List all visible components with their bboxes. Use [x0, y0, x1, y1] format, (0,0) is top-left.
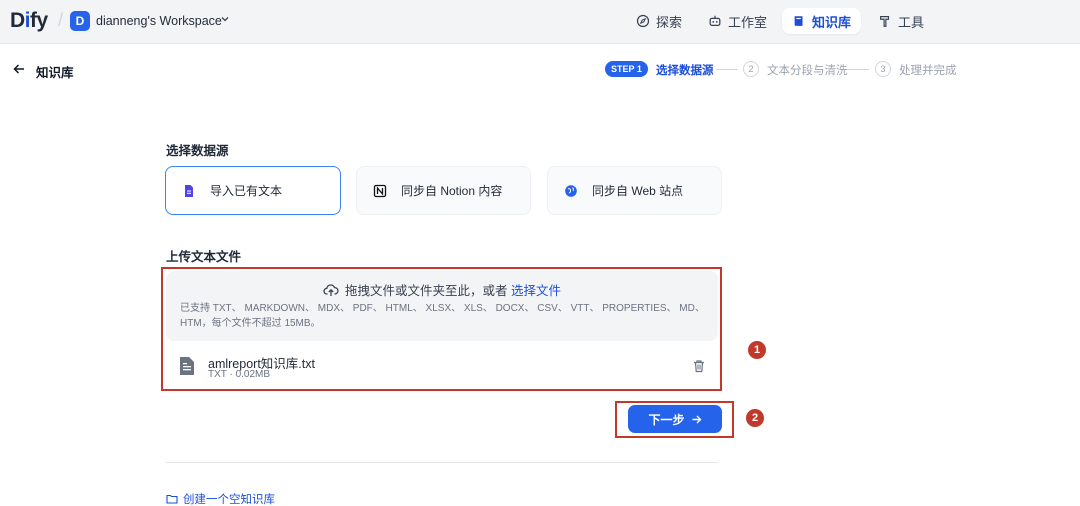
nav-tools[interactable]: 工具 [868, 8, 934, 34]
step-1-label: 选择数据源 [656, 65, 714, 77]
notion-icon [373, 184, 387, 197]
step-3-label: 处理并完成 [899, 65, 957, 77]
page-title: 知识库 [36, 66, 74, 80]
datasource-web[interactable]: 同步自 Web 站点 [547, 166, 722, 215]
step-connector [716, 69, 738, 70]
top-navigation-bar: Dify / D dianneng's Workspace 探索 工作室 知识库… [0, 0, 1080, 44]
nav-studio-label: 工作室 [728, 14, 768, 30]
robot-icon [709, 15, 721, 26]
nav-tools-label: 工具 [898, 14, 925, 30]
annotation-marker-1: 1 [748, 341, 766, 359]
file-icon [180, 357, 194, 375]
datasource-web-label: 同步自 Web 站点 [592, 184, 684, 198]
file-meta: TXT · 0.02MB [208, 369, 271, 380]
datasource-import-text[interactable]: 导入已有文本 [165, 166, 341, 215]
step-1-badge: STEP 1 [605, 61, 648, 77]
cloud-upload-icon [323, 284, 339, 296]
document-icon [185, 184, 193, 197]
globe-icon [565, 184, 577, 197]
workspace-avatar[interactable]: D [70, 11, 90, 31]
step-connector [847, 69, 869, 70]
next-step-label: 下一步 [648, 412, 685, 427]
upload-instruction: 拖拽文件或文件夹至此，或者 选择文件 [166, 280, 718, 299]
trash-icon[interactable] [692, 359, 706, 373]
create-empty-knowledge-link[interactable]: 创建一个空知识库 [166, 491, 275, 506]
nav-explore[interactable]: 探索 [626, 8, 692, 34]
chevron-down-icon[interactable] [220, 14, 230, 24]
workspace-name[interactable]: dianneng's Workspace [96, 14, 222, 28]
datasource-import-text-label: 导入已有文本 [210, 184, 283, 198]
compass-icon [636, 14, 650, 28]
nav-knowledge-label: 知识库 [812, 14, 852, 30]
upload-dropzone[interactable]: 拖拽文件或文件夹至此，或者 选择文件 已支持 TXT、 MARKDOWN、 MD… [166, 271, 718, 341]
datasource-title: 选择数据源 [166, 144, 229, 158]
upload-title: 上传文本文件 [166, 250, 242, 264]
dify-logo[interactable]: Dify [10, 9, 48, 33]
supported-formats-text: 已支持 TXT、 MARKDOWN、 MDX、 PDF、 HTML、 XLSX、… [180, 303, 705, 329]
book-icon [794, 16, 803, 26]
annotation-marker-2: 2 [746, 409, 764, 427]
divider [166, 462, 718, 463]
back-arrow-icon[interactable] [12, 62, 26, 76]
folder-icon [166, 494, 178, 504]
step-2-number: 2 [743, 61, 759, 77]
nav-studio[interactable]: 工作室 [698, 8, 777, 34]
step-3-number: 3 [875, 61, 891, 77]
upload-drop-text: 拖拽文件或文件夹至此，或者 [344, 284, 508, 298]
arrow-right-icon [692, 415, 701, 423]
nav-knowledge[interactable]: 知识库 [782, 8, 862, 34]
step-2-label: 文本分段与清洗 [767, 65, 848, 77]
breadcrumb-separator: / [58, 10, 64, 30]
uploaded-file-item: amlreport知识库.txt TXT · 0.02MB [166, 347, 718, 387]
create-empty-knowledge-label: 创建一个空知识库 [183, 494, 275, 506]
next-step-button[interactable]: 下一步 [628, 405, 722, 433]
datasource-notion-label: 同步自 Notion 内容 [401, 184, 503, 198]
browse-files-link[interactable]: 选择文件 [511, 284, 561, 298]
hammer-icon [880, 16, 890, 27]
datasource-notion[interactable]: 同步自 Notion 内容 [356, 166, 531, 215]
nav-explore-label: 探索 [656, 14, 683, 30]
